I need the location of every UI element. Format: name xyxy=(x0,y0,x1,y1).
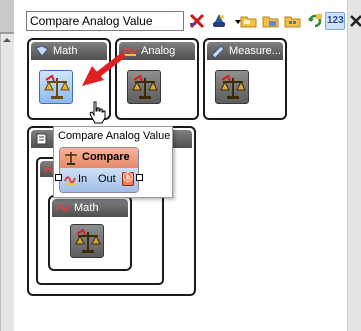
measure-block[interactable]: Measure... xyxy=(203,38,287,120)
numeric-123-label: 123 xyxy=(327,15,344,26)
compare-node-preview[interactable]: Compare In Out ⓑ xyxy=(59,147,139,193)
input-wave-icon xyxy=(64,176,76,185)
container-doc-icon xyxy=(36,133,47,145)
analog-block-header[interactable]: Analog xyxy=(119,42,195,60)
compare-node-header: Compare xyxy=(60,148,138,168)
compare-node-label: Compare xyxy=(82,151,130,163)
compare-analog-value-tile[interactable] xyxy=(39,70,73,104)
scroll-up-icon[interactable] xyxy=(3,38,11,42)
red-x-filter-icon[interactable] xyxy=(188,12,206,30)
analog-block[interactable]: Analog xyxy=(115,38,199,120)
red-pointer-arrow-icon xyxy=(82,53,125,86)
scale-compare-icon xyxy=(64,152,78,165)
dropdown-arrow-icon[interactable] xyxy=(229,12,241,30)
folder-open-icon[interactable] xyxy=(240,12,258,30)
nested-math-block[interactable]: Math xyxy=(48,195,132,271)
measure-block-header[interactable]: Measure... xyxy=(207,42,283,60)
folder-grid-icon[interactable] xyxy=(284,12,302,30)
analog-compare-tile[interactable] xyxy=(127,70,161,104)
folder-copy-icon[interactable] xyxy=(262,12,280,30)
compare-tooltip: Compare Analog Value Compare In Out ⓑ xyxy=(53,126,173,198)
scale-compare-icon xyxy=(220,74,246,99)
output-port-icon[interactable]: ⓑ xyxy=(122,172,134,186)
nested-math-header[interactable]: Math xyxy=(52,199,128,217)
tooltip-title: Compare Analog Value xyxy=(58,130,171,142)
scale-compare-icon xyxy=(44,74,70,99)
toolbar: 123 xyxy=(24,8,361,34)
resize-handle-left[interactable] xyxy=(55,174,62,181)
left-panel xyxy=(0,0,14,331)
compare-node-body: In Out ⓑ xyxy=(60,168,138,192)
numeric-123-icon[interactable]: 123 xyxy=(325,12,345,30)
right-panel-edge xyxy=(347,0,361,331)
refresh-icon[interactable] xyxy=(306,12,324,30)
nested-math-icon xyxy=(56,204,70,212)
math-folder-icon xyxy=(35,45,49,57)
scale-compare-icon xyxy=(132,74,158,99)
measure-compare-tile[interactable] xyxy=(215,70,249,104)
blue-wizard-icon[interactable] xyxy=(210,12,228,30)
input-port-label: In xyxy=(78,173,88,185)
nested-compare-tile[interactable] xyxy=(70,224,104,258)
analog-block-title: Analog xyxy=(141,45,176,57)
output-port-label: Out xyxy=(98,173,116,185)
close-x-icon[interactable] xyxy=(347,12,361,30)
math-block-title: Math xyxy=(53,45,78,57)
nested-math-title: Math xyxy=(74,202,99,214)
left-scrollbar[interactable] xyxy=(0,34,14,331)
measure-block-title: Measure... xyxy=(229,45,281,57)
scale-compare-icon xyxy=(75,228,101,253)
measure-ruler-icon xyxy=(211,45,225,57)
hand-cursor-icon xyxy=(89,101,106,124)
resize-handle-right[interactable] xyxy=(136,174,143,181)
search-input[interactable] xyxy=(26,11,184,31)
